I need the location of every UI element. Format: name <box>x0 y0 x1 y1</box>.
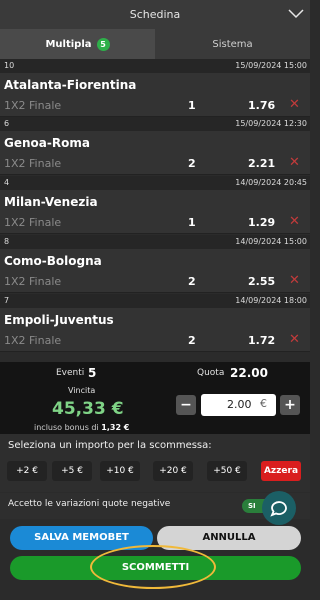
amount-value: 2.00 <box>227 398 252 411</box>
market-name: 1X2 Finale <box>4 275 62 288</box>
match-name: Milan-Venezia <box>4 195 98 209</box>
chip-20[interactable]: +20 € <box>153 461 193 481</box>
event-list: 10 15/09/2024 15:00 Atalanta-Fiorentina … <box>0 59 310 353</box>
pick: 1 <box>188 99 196 112</box>
event-date: 15/09/2024 15:00 <box>235 61 307 70</box>
odd: 1.76 <box>248 99 276 112</box>
match-name: Genoa-Roma <box>4 136 90 150</box>
event-number: 4 <box>4 178 10 187</box>
event-body: Genoa-Roma 1X2 Finale 2 2.21 ✕ <box>0 131 310 175</box>
bonus-label: incluso bonus di <box>34 423 99 432</box>
accept-label: Accetto le variazioni quote negative <box>8 499 171 509</box>
event-date: 15/09/2024 12:30 <box>235 119 307 128</box>
close-icon[interactable]: ✕ <box>289 214 300 229</box>
bonus-value: 1,32 € <box>101 423 130 432</box>
tab-label: Multipla <box>45 38 92 50</box>
bet-summary: Eventi 5 Vincita 45,33 € incluso bonus d… <box>0 362 310 434</box>
market-name: 1X2 Finale <box>4 334 62 347</box>
tab-label: Sistema <box>212 38 253 50</box>
odd: 1.72 <box>248 334 276 347</box>
chevron-down-icon[interactable] <box>286 6 306 22</box>
odd: 1.29 <box>248 216 276 229</box>
amount-input[interactable]: 2.00 € <box>201 394 276 416</box>
chip-10[interactable]: +10 € <box>100 461 140 481</box>
market-name: 1X2 Finale <box>4 216 62 229</box>
reset-button[interactable]: Azzera <box>261 461 301 481</box>
match-name: Como-Bologna <box>4 254 102 268</box>
eventi-value: 5 <box>88 366 97 380</box>
event-number: 8 <box>4 237 10 246</box>
event-body: Como-Bologna 1X2 Finale 2 2.55 ✕ <box>0 249 310 293</box>
chat-icon <box>270 501 287 517</box>
event-meta: 7 14/09/2024 18:00 <box>0 294 310 308</box>
list-item: 7 14/09/2024 18:00 Empoli-Juventus 1X2 F… <box>0 294 310 352</box>
tabs: Multipla 5 Sistema <box>0 29 310 59</box>
match-name: Empoli-Juventus <box>4 313 114 327</box>
close-icon[interactable]: ✕ <box>289 155 300 170</box>
highlight-ring <box>90 545 216 589</box>
close-icon[interactable]: ✕ <box>289 273 300 288</box>
vincita-value: 45,33 € <box>52 399 124 419</box>
close-icon[interactable]: ✕ <box>289 97 300 112</box>
list-item: 10 15/09/2024 15:00 Atalanta-Fiorentina … <box>0 59 310 117</box>
quota-label: Quota <box>197 368 225 378</box>
event-body: Empoli-Juventus 1X2 Finale 2 1.72 ✕ <box>0 308 310 352</box>
amount-picker-label: Seleziona un importo per la scommessa: <box>8 440 212 451</box>
market-name: 1X2 Finale <box>4 99 62 112</box>
chat-button[interactable] <box>262 491 296 525</box>
event-number: 7 <box>4 296 10 305</box>
event-date: 14/09/2024 20:45 <box>235 178 307 187</box>
list-item: 4 14/09/2024 20:45 Milan-Venezia 1X2 Fin… <box>0 176 310 234</box>
eventi-label: Eventi <box>56 368 85 378</box>
pick: 2 <box>188 157 196 170</box>
match-name: Atalanta-Fiorentina <box>4 78 137 92</box>
event-number: 6 <box>4 119 10 128</box>
event-meta: 8 14/09/2024 15:00 <box>0 235 310 249</box>
list-item: 8 14/09/2024 15:00 Como-Bologna 1X2 Fina… <box>0 235 310 293</box>
pick: 2 <box>188 275 196 288</box>
bonus-text: incluso bonus di 1,32 € <box>34 423 129 432</box>
chip-2[interactable]: +2 € <box>7 461 47 481</box>
count-badge: 5 <box>96 37 110 51</box>
chip-5[interactable]: +5 € <box>52 461 92 481</box>
close-icon[interactable]: ✕ <box>289 332 300 347</box>
tab-multipla[interactable]: Multipla 5 <box>0 29 155 59</box>
chip-50[interactable]: +50 € <box>207 461 247 481</box>
pick: 2 <box>188 334 196 347</box>
event-body: Atalanta-Fiorentina 1X2 Finale 1 1.76 ✕ <box>0 73 310 117</box>
event-meta: 10 15/09/2024 15:00 <box>0 59 310 73</box>
list-item: 6 15/09/2024 12:30 Genoa-Roma 1X2 Finale… <box>0 117 310 175</box>
odd: 2.55 <box>248 275 276 288</box>
amount-picker: Seleziona un importo per la scommessa: +… <box>0 434 310 492</box>
event-date: 14/09/2024 18:00 <box>235 296 307 305</box>
quota-value: 22.00 <box>230 366 268 380</box>
event-number: 10 <box>4 61 15 70</box>
currency-symbol: € <box>260 397 267 410</box>
event-meta: 4 14/09/2024 20:45 <box>0 176 310 190</box>
event-body: Milan-Venezia 1X2 Finale 1 1.29 ✕ <box>0 190 310 234</box>
vincita-label: Vincita <box>68 386 96 395</box>
increase-button[interactable]: + <box>280 395 300 415</box>
event-date: 14/09/2024 15:00 <box>235 237 307 246</box>
market-name: 1X2 Finale <box>4 157 62 170</box>
decrease-button[interactable]: − <box>176 395 196 415</box>
page-title: Schedina <box>129 8 181 21</box>
odd: 2.21 <box>248 157 276 170</box>
header: Schedina <box>0 0 310 29</box>
event-meta: 6 15/09/2024 12:30 <box>0 117 310 131</box>
pick: 1 <box>188 216 196 229</box>
tab-sistema[interactable]: Sistema <box>155 29 310 59</box>
